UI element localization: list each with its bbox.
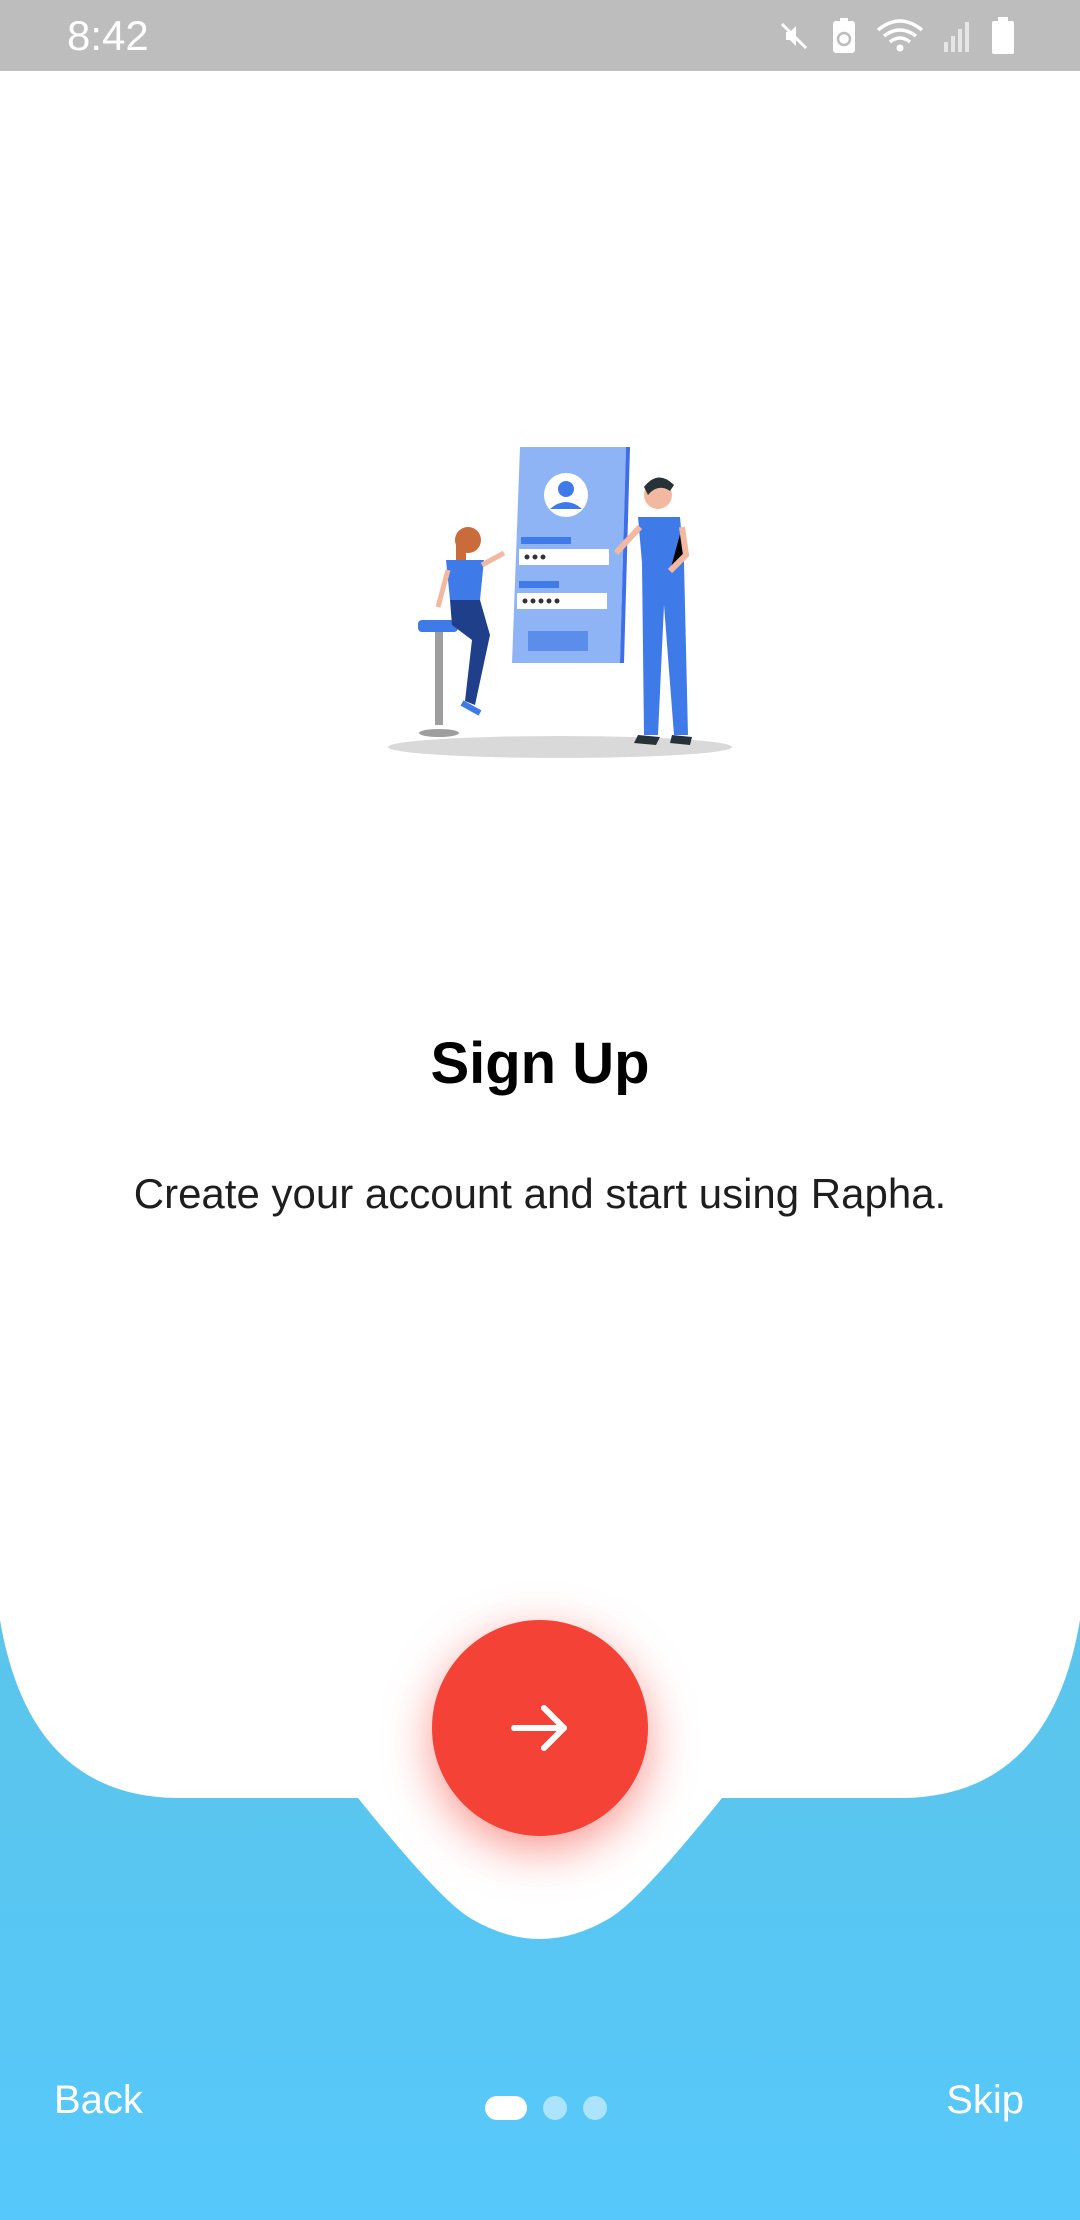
arrow-right-icon — [511, 1705, 567, 1751]
status-bar: 8:42 — [0, 0, 1080, 71]
wifi-icon — [876, 18, 924, 54]
back-button[interactable]: Back — [54, 2078, 143, 2123]
mute-icon — [776, 18, 812, 54]
skip-button[interactable]: Skip — [946, 2078, 1024, 2123]
page-dot-3 — [583, 2096, 607, 2120]
battery-icon — [990, 16, 1016, 56]
status-icons — [776, 0, 1016, 71]
signal-icon — [942, 18, 972, 54]
page-dot-1 — [485, 2096, 527, 2120]
sign-up-illustration — [380, 435, 740, 765]
page-subtitle: Create your account and start using Raph… — [133, 1170, 947, 1217]
next-button[interactable] — [432, 1620, 648, 1836]
page-dot-2 — [543, 2096, 567, 2120]
data-saver-icon — [830, 17, 858, 55]
page-title: Sign Up — [430, 1031, 650, 1096]
page-indicator — [485, 2096, 607, 2120]
status-time: 8:42 — [67, 12, 149, 59]
